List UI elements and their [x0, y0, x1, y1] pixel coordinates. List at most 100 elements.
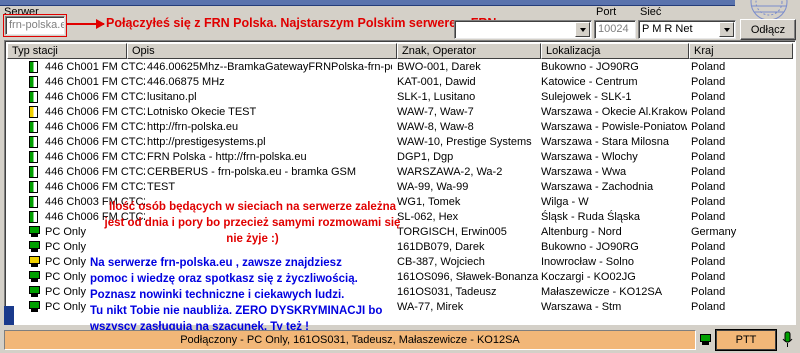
radio-station-icon: [29, 181, 38, 193]
station-location: Warszawa - Okecie Al.Krakowska: [541, 106, 687, 118]
station-callsign: WA-99, Wa-99: [397, 181, 469, 193]
station-country: Poland: [691, 301, 726, 313]
station-row[interactable]: 446 Ch001 FM CTC20 446.00625Mhz--BramkaGa…: [7, 60, 795, 74]
station-country: Poland: [691, 106, 726, 118]
radio-station-icon: [29, 211, 38, 223]
station-callsign: DGP1, Dgp: [397, 151, 454, 163]
station-location: Altenburg - Nord: [541, 226, 622, 238]
station-location: Bukowno - JO90RG: [541, 61, 639, 73]
station-location: Warszawa - Wwa: [541, 166, 627, 178]
station-country: Poland: [691, 286, 726, 298]
station-location: Warszawa - Zachodnia: [541, 181, 654, 193]
ptt-button[interactable]: PTT: [715, 329, 777, 351]
station-row[interactable]: 446 Ch006 FM CTC20 CERBERUS - frn-polska.…: [7, 165, 795, 179]
station-country: Poland: [691, 61, 726, 73]
station-row[interactable]: 446 Ch006 FM CTC20 Lotnisko Okecie TEST WA…: [7, 105, 795, 119]
station-description: http://prestigesystems.pl: [147, 136, 266, 148]
arrow-head-icon: [96, 19, 105, 29]
net-dropdown-button[interactable]: [719, 22, 734, 37]
port-label: Port: [596, 6, 617, 18]
station-country: Germany: [691, 226, 737, 238]
annotation-blue-line: Poznasz nowinki techniczne i ciekawych l…: [90, 289, 345, 301]
disconnect-button[interactable]: Odłącz: [740, 19, 796, 40]
annotation-blue: Na serwerze frn-polska.eu , zawsze znajd…: [90, 255, 382, 335]
column-header-location[interactable]: Lokalizacja: [541, 43, 689, 59]
pc-station-icon: [29, 286, 40, 298]
station-country: Poland: [691, 136, 726, 148]
annotation-blue-line: pomoc i wiedzę oraz spotkasz się z życzl…: [90, 273, 358, 285]
station-type: 446 Ch006 FM CTC20: [45, 151, 145, 163]
server-combo-dropdown[interactable]: [454, 20, 592, 39]
station-row[interactable]: 446 Ch001 FM CTC20 446.06875 MHz KAT-001, …: [7, 75, 795, 89]
pc-station-icon: [29, 301, 40, 313]
station-callsign: WG1, Tomek: [397, 196, 461, 208]
net-combo[interactable]: P M R Net: [638, 20, 736, 39]
column-header-callsign[interactable]: Znak, Operator: [397, 43, 541, 59]
station-type: 446 Ch001 FM CTC20: [45, 61, 145, 73]
station-country: Poland: [691, 181, 726, 193]
radio-station-icon: [29, 121, 38, 133]
station-country: Poland: [691, 91, 726, 103]
column-header-country[interactable]: Kraj: [689, 43, 793, 59]
station-country: Poland: [691, 121, 726, 133]
station-country: Poland: [691, 256, 726, 268]
column-header-type[interactable]: Typ stacji: [7, 43, 127, 59]
station-country: Poland: [691, 76, 726, 88]
station-location: Warszawa - Stm: [541, 301, 622, 313]
station-callsign: SL-062, Hex: [397, 211, 459, 223]
radio-station-icon: [29, 166, 38, 178]
station-callsign: SLK-1, Lusitano: [397, 91, 476, 103]
station-row[interactable]: 446 Ch006 FM CTC20 lusitano.pl SLK-1, Lusi…: [7, 90, 795, 104]
chevron-down-icon: [723, 27, 730, 32]
station-country: Poland: [691, 166, 726, 178]
station-type: 446 Ch006 FM CTC20: [45, 91, 145, 103]
server-dropdown-button[interactable]: [575, 22, 590, 37]
station-row[interactable]: 446 Ch006 FM CTC20 FRN Polska - http://fr…: [7, 150, 795, 164]
station-description: FRN Polska - http://frn-polska.eu: [147, 151, 307, 163]
station-callsign: 161DB079, Darek: [397, 241, 485, 253]
annotation-blue-line: Na serwerze frn-polska.eu , zawsze znajd…: [90, 257, 342, 269]
station-callsign: 161OS096, Sławek-Bonanza: [397, 271, 539, 283]
scroll-indicator[interactable]: [4, 306, 14, 325]
pc-station-icon: [29, 226, 40, 238]
connection-banner: Połączyłeś się z FRN Polska. Najstarszym…: [106, 16, 497, 30]
pc-station-icon: [29, 271, 40, 283]
server-combo[interactable]: frn-polska.eu: [5, 16, 65, 35]
microphone-icon[interactable]: [780, 330, 796, 350]
radio-station-icon: [29, 136, 38, 148]
station-callsign: WAW-8, Waw-8: [397, 121, 474, 133]
station-type: 446 Ch001 FM CTC20: [45, 76, 145, 88]
station-type: 446 Ch006 FM CTC20: [45, 136, 145, 148]
station-location: Śląsk - Ruda Śląska: [541, 211, 641, 223]
radio-station-icon: [29, 76, 38, 88]
station-location: Warszawa - Wlochy: [541, 151, 638, 163]
station-row[interactable]: 446 Ch006 FM CTC20 http://frn-polska.eu WA…: [7, 120, 795, 134]
radio-station-icon: [29, 61, 38, 73]
net-label: Sieć: [640, 6, 662, 18]
pc-station-icon: [29, 256, 40, 268]
title-strip: [0, 0, 735, 6]
column-header-description[interactable]: Opis: [127, 43, 397, 59]
station-callsign: BWO-001, Darek: [397, 61, 481, 73]
chevron-down-icon: [579, 27, 586, 32]
radio-station-icon: [29, 151, 38, 163]
port-value: 10024: [598, 23, 629, 35]
station-callsign: TORGISCH, Erwin005: [397, 226, 507, 238]
station-row[interactable]: 446 Ch006 FM CTC20 http://prestigesystems…: [7, 135, 795, 149]
annotation-red: Ilość osób będących w sieciach na serwer…: [100, 199, 405, 247]
station-callsign: WAW-7, Waw-7: [397, 106, 474, 118]
station-description: 446.06875 MHz: [147, 76, 225, 88]
annotation-red-line: jest od dnia i pory bo przecież samymi r…: [104, 217, 401, 229]
station-description: http://frn-polska.eu: [147, 121, 239, 133]
station-callsign: WARSZAWA-2, Wa-2: [397, 166, 503, 178]
radio-station-icon: [29, 196, 38, 208]
station-callsign: WAW-10, Prestige Systems: [397, 136, 532, 148]
station-country: Poland: [691, 196, 726, 208]
port-field[interactable]: 10024: [594, 20, 636, 39]
annotation-red-line: Ilość osób będących w sieciach na serwer…: [109, 201, 396, 213]
station-description: 446.00625Mhz--BramkaGatewayFRNPolska-frn…: [147, 61, 392, 73]
station-row[interactable]: 446 Ch006 FM CTC20 TEST WA-99, Wa-99 Warsza…: [7, 180, 795, 194]
pc-station-icon: [29, 241, 40, 253]
station-location: Warszawa - Powisle-Poniatowski: [541, 121, 687, 133]
station-country: Poland: [691, 241, 726, 253]
